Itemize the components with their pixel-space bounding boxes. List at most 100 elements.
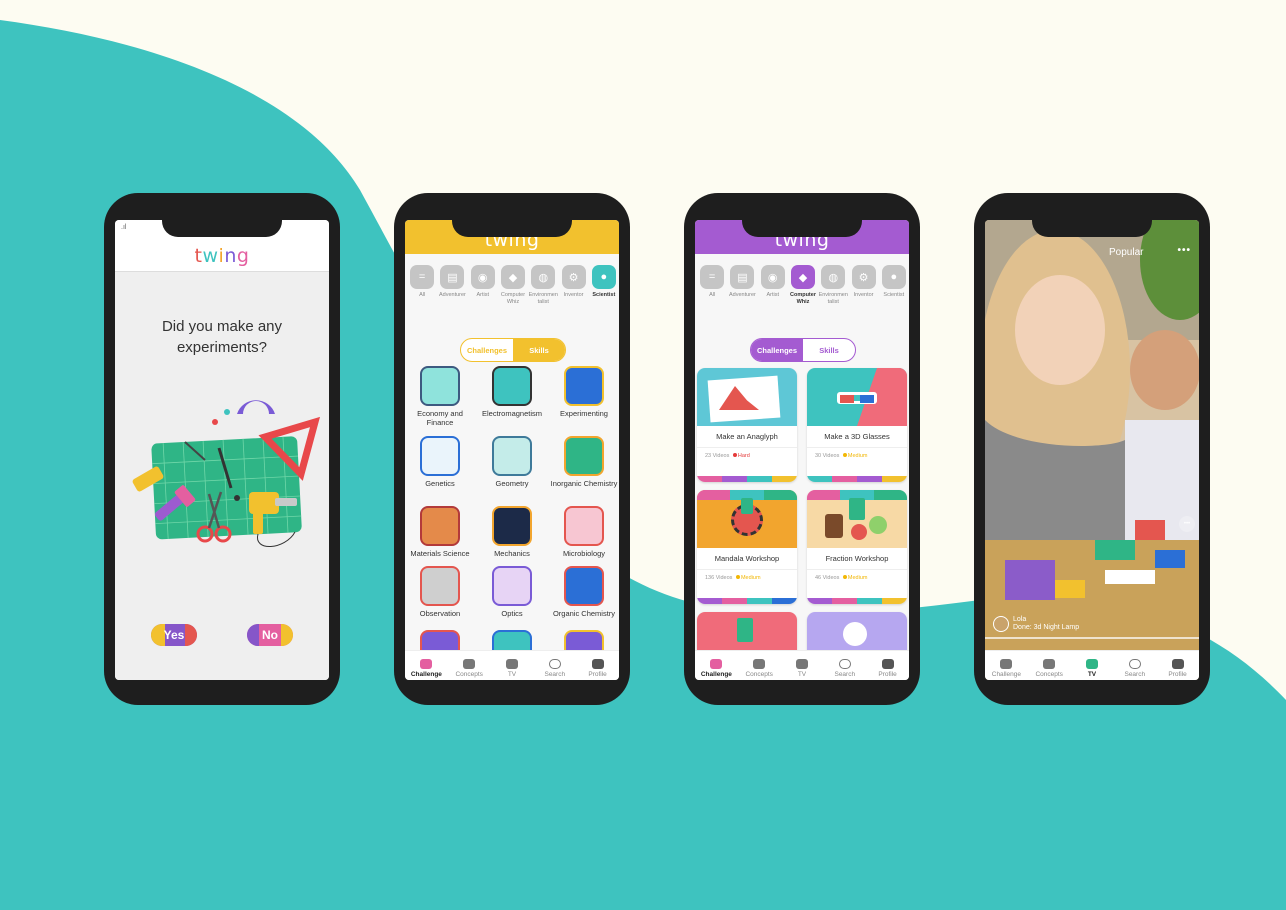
skill-item[interactable]: Mechanics [477, 506, 547, 558]
more-bubble-icon[interactable]: ••• [1179, 516, 1195, 532]
nav-concepts[interactable]: Concepts [1028, 651, 1071, 680]
card-stripe [807, 476, 907, 482]
lens-icon [492, 566, 532, 606]
no-button[interactable]: No [247, 624, 293, 646]
nav-tv[interactable]: TV [491, 651, 534, 680]
skill-item[interactable]: Microbiology [549, 506, 619, 558]
skill-item[interactable]: Economy and Finance [405, 366, 475, 427]
concepts-icon [753, 659, 766, 669]
nav-tv[interactable]: TV [781, 651, 824, 680]
category-all[interactable]: = All [697, 259, 727, 333]
category-adventurer[interactable]: ▤ Adventurer [437, 259, 467, 333]
microbe-icon [564, 506, 604, 546]
card-meta: 46 Videos Medium [815, 575, 868, 581]
yes-button[interactable]: Yes [151, 624, 197, 646]
nav-profile[interactable]: Profile [576, 651, 619, 680]
challenge-card[interactable]: Make an Anaglyph 23 Videos Hard [697, 368, 797, 482]
tab-challenges[interactable]: Challenges [751, 339, 803, 361]
nav-search[interactable]: Search [823, 651, 866, 680]
category-artist[interactable]: ◉ Artist [758, 259, 788, 333]
category-row: = All ▤ Adventurer ◉ Artist ◆ Computer Whiz … [405, 259, 619, 333]
glue-gun-icon [564, 366, 604, 406]
category-inventor[interactable]: ⚙ Inventor [558, 259, 588, 333]
difficulty-dot [732, 453, 737, 457]
skill-item[interactable]: Electromagnetism [477, 366, 547, 418]
nav-challenge[interactable]: Challenge [985, 651, 1028, 680]
video-author[interactable]: Lola Done: 3d Night Lamp [993, 616, 1079, 632]
card-title: Fraction Workshop [807, 548, 907, 570]
tab-skills[interactable]: Skills [803, 339, 855, 361]
skill-item[interactable]: Experimenting [549, 366, 619, 418]
category-adventurer[interactable]: ▤ Adventurer [727, 259, 757, 333]
card-title: Make a 3D Glasses [807, 426, 907, 448]
nav-search[interactable]: Search [533, 651, 576, 680]
card-image [697, 368, 797, 426]
nav-challenge[interactable]: Challenge [405, 651, 448, 680]
pyramid-icon [492, 436, 532, 476]
nav-concepts[interactable]: Concepts [738, 651, 781, 680]
card-title: Make an Anaglyph [697, 426, 797, 448]
bottom-nav: Challenge Concepts TV Search Profile [695, 650, 909, 680]
skill-item[interactable]: Optics [477, 566, 547, 618]
video-photo [985, 220, 1199, 680]
map-icon: ▤ [440, 265, 465, 289]
atom-icon: ● [881, 265, 906, 289]
skill-item[interactable]: Geometry [477, 436, 547, 488]
challenge-card[interactable]: Fraction Workshop 46 Videos Medium [807, 490, 907, 604]
phone-notch [742, 213, 862, 237]
challenge-card[interactable]: Mandala Workshop 136 Videos Medium [697, 490, 797, 604]
category-artist[interactable]: ◉ Artist [468, 259, 498, 333]
equals-icon: = [700, 265, 725, 289]
nav-tv[interactable]: TV [1071, 651, 1114, 680]
palette-icon: ◉ [760, 265, 785, 289]
difficulty-dot [842, 575, 847, 579]
question-panel: Did you make any experiments? Yes No [115, 272, 329, 680]
atom-icon: ● [591, 265, 616, 289]
category-row: = All ▤ Adventurer ◉ Artist ◆ Computer Whiz … [695, 259, 909, 333]
challenge-icon [1000, 659, 1013, 669]
category-all[interactable]: = All [407, 259, 437, 333]
bar-chart-icon [420, 366, 460, 406]
skill-item[interactable]: Materials Science [405, 506, 475, 558]
skill-item[interactable]: Inorganic Chemistry [549, 436, 619, 488]
phone-screen: .ıl twing Did you make any experiments? [115, 220, 329, 680]
more-icon[interactable]: ••• [1177, 245, 1191, 256]
skill-item[interactable]: Organic Chemistry [549, 566, 619, 618]
bottom-nav: Challenge Concepts TV Search Profile [405, 650, 619, 680]
concepts-icon [463, 659, 476, 669]
nav-concepts[interactable]: Concepts [448, 651, 491, 680]
category-inventor[interactable]: ⚙ Inventor [848, 259, 878, 333]
popular-tab[interactable]: Popular [1109, 247, 1143, 258]
phone-screen: Popular ••• ••• Lola Done: 3d Night Lamp… [985, 220, 1199, 680]
category-scientist[interactable]: ● Scientist [589, 259, 619, 333]
cat-avatar-icon [591, 659, 604, 669]
globe-icon: ◍ [821, 265, 846, 289]
gold-crystal-icon [420, 506, 460, 546]
challenge-card[interactable]: Make a 3D Glasses 30 Videos Medium [807, 368, 907, 482]
nav-profile[interactable]: Profile [866, 651, 909, 680]
nav-profile[interactable]: Profile [1156, 651, 1199, 680]
category-scientist[interactable]: ● Scientist [879, 259, 909, 333]
phone-question: .ıl twing Did you make any experiments? [104, 193, 340, 705]
category-environmentalist[interactable]: ◍ Environmentalist [528, 259, 558, 333]
phone-notch [162, 213, 282, 237]
nav-challenge[interactable]: Challenge [695, 651, 738, 680]
author-name: Lola [1013, 616, 1027, 623]
card-stripe [807, 598, 907, 604]
bottom-nav: Challenge Concepts TV Search Profile [985, 650, 1199, 680]
phone-screen: twing = All ▤ Adventurer ◉ Artist ◆ Computer… [405, 220, 619, 680]
search-icon [838, 659, 851, 669]
search-icon [548, 659, 561, 669]
phone-tv: Popular ••• ••• Lola Done: 3d Night Lamp… [974, 193, 1210, 705]
nav-search[interactable]: Search [1113, 651, 1156, 680]
challenge-icon [420, 659, 433, 669]
category-computer-whiz[interactable]: ◆ Computer Whiz [788, 259, 818, 333]
category-computer-whiz[interactable]: ◆ Computer Whiz [498, 259, 528, 333]
cube-icon: ◆ [500, 265, 525, 289]
skill-item[interactable]: Genetics [405, 436, 475, 488]
tab-challenges[interactable]: Challenges [461, 339, 513, 361]
magnifier-icon [420, 566, 460, 606]
skill-item[interactable]: Observation [405, 566, 475, 618]
tab-skills[interactable]: Skills [513, 339, 565, 361]
category-environmentalist[interactable]: ◍ Environmentalist [818, 259, 848, 333]
